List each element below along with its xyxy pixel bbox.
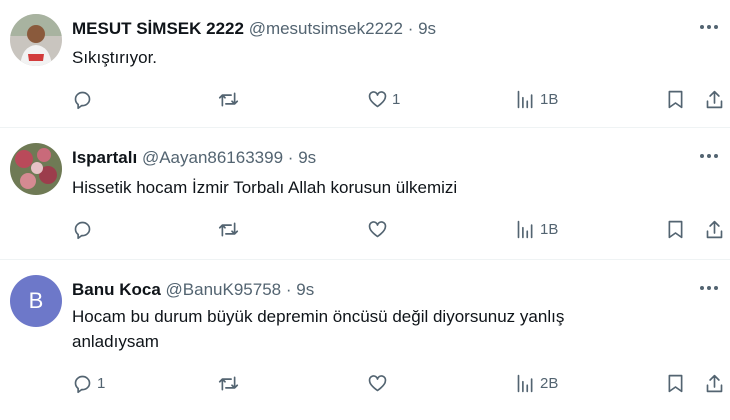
views-bars-icon bbox=[517, 220, 533, 238]
like-button[interactable] bbox=[367, 217, 392, 241]
action-bar: 1 1B bbox=[72, 87, 727, 111]
views-count: 1B bbox=[540, 220, 559, 238]
bookmark-button[interactable] bbox=[665, 371, 686, 395]
more-options-button[interactable] bbox=[696, 143, 722, 169]
share-upload-icon bbox=[706, 90, 723, 108]
heart-icon bbox=[368, 90, 387, 107]
share-button[interactable] bbox=[704, 371, 725, 395]
tweet-header: Ispartalı @Aayan86163399 · 9s bbox=[72, 147, 316, 169]
avatar[interactable] bbox=[10, 14, 62, 66]
timestamp[interactable]: 9s bbox=[296, 280, 314, 299]
tweet[interactable]: MESUT SİMSEK 2222 @mesutsimsek2222 · 9s … bbox=[0, 0, 730, 128]
user-photo-avatar-icon bbox=[10, 14, 62, 66]
bookmark-button[interactable] bbox=[665, 87, 686, 111]
views-bars-icon bbox=[517, 90, 533, 108]
tweet-header: MESUT SİMSEK 2222 @mesutsimsek2222 · 9s bbox=[72, 18, 436, 40]
separator-dot: · bbox=[287, 148, 294, 167]
retweet-button[interactable] bbox=[218, 87, 243, 111]
views-count: 1B bbox=[540, 90, 559, 108]
reply-bubble-icon bbox=[74, 375, 91, 393]
display-name[interactable]: Ispartalı bbox=[72, 148, 137, 167]
more-dots-icon bbox=[700, 286, 718, 290]
views-button[interactable]: 1B bbox=[515, 87, 558, 111]
avatar[interactable] bbox=[10, 143, 62, 195]
user-handle[interactable]: @mesutsimsek2222 bbox=[249, 19, 403, 38]
tweet-text-line: Hocam bu durum büyük depremin öncüsü değ… bbox=[72, 307, 565, 326]
tweet-text: Hocam bu durum büyük depremin öncüsü değ… bbox=[72, 304, 692, 354]
share-upload-icon bbox=[706, 220, 723, 238]
retweet-icon bbox=[218, 376, 239, 390]
more-options-button[interactable] bbox=[696, 14, 722, 40]
reply-button[interactable] bbox=[72, 87, 97, 111]
views-bars-icon bbox=[517, 374, 533, 392]
action-bar: 1B bbox=[72, 217, 727, 241]
share-button[interactable] bbox=[704, 217, 725, 241]
views-button[interactable]: 2B bbox=[515, 371, 558, 395]
more-dots-icon bbox=[700, 25, 718, 29]
display-name[interactable]: Banu Koca bbox=[72, 280, 161, 299]
tweet[interactable]: B Banu Koca @BanuK95758 · 9s Hocam bu du… bbox=[0, 261, 730, 420]
reply-bubble-icon bbox=[74, 91, 91, 109]
user-handle[interactable]: @Aayan86163399 bbox=[142, 148, 283, 167]
tweet-text: Sıkıştırıyor. bbox=[72, 48, 158, 67]
separator-dot: · bbox=[285, 280, 292, 299]
tweet-header: Banu Koca @BanuK95758 · 9s bbox=[72, 279, 314, 301]
separator-dot: · bbox=[407, 19, 414, 38]
tweet-text: Hissetik hocam İzmir Torbalı Allah korus… bbox=[72, 178, 458, 197]
heart-icon bbox=[368, 374, 387, 391]
tweet-text-line: anladıysam bbox=[72, 332, 159, 351]
reply-button[interactable] bbox=[72, 217, 97, 241]
like-button[interactable] bbox=[367, 371, 392, 395]
reply-button[interactable]: 1 bbox=[72, 371, 105, 395]
like-count: 1 bbox=[392, 90, 401, 108]
bookmark-icon bbox=[668, 220, 683, 238]
bookmark-icon bbox=[668, 374, 683, 392]
more-dots-icon bbox=[700, 154, 718, 158]
views-count: 2B bbox=[540, 374, 559, 392]
reply-bubble-icon bbox=[74, 221, 91, 239]
bookmark-button[interactable] bbox=[665, 217, 686, 241]
timestamp[interactable]: 9s bbox=[298, 148, 316, 167]
reply-feed: MESUT SİMSEK 2222 @mesutsimsek2222 · 9s … bbox=[0, 0, 730, 420]
like-button[interactable]: 1 bbox=[367, 87, 400, 111]
retweet-button[interactable] bbox=[218, 371, 243, 395]
more-options-button[interactable] bbox=[696, 275, 722, 301]
retweet-button[interactable] bbox=[218, 217, 243, 241]
reply-count: 1 bbox=[97, 374, 106, 392]
retweet-icon bbox=[218, 222, 239, 236]
bookmark-icon bbox=[668, 90, 683, 108]
action-bar: 1 2B bbox=[72, 371, 727, 395]
views-button[interactable]: 1B bbox=[515, 217, 558, 241]
user-handle[interactable]: @BanuK95758 bbox=[166, 280, 282, 299]
heart-icon bbox=[368, 220, 387, 237]
retweet-icon bbox=[218, 92, 239, 106]
flower-photo-avatar-icon bbox=[10, 143, 62, 195]
timestamp[interactable]: 9s bbox=[418, 19, 436, 38]
tweet[interactable]: Ispartalı @Aayan86163399 · 9s Hissetik h… bbox=[0, 129, 730, 260]
avatar-letter: B bbox=[28, 288, 44, 313]
share-upload-icon bbox=[706, 374, 723, 392]
share-button[interactable] bbox=[704, 87, 725, 111]
avatar[interactable]: B bbox=[10, 275, 62, 327]
display-name[interactable]: MESUT SİMSEK 2222 bbox=[72, 19, 244, 38]
